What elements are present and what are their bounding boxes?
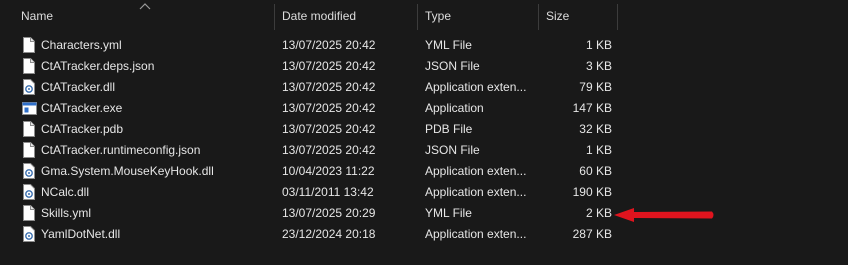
file-size: 79 KB — [579, 80, 612, 94]
file-type: Application exten... — [425, 164, 527, 178]
file-explorer-details-view: Name Date modified Type Size Characters.… — [0, 0, 848, 265]
file-size: 60 KB — [579, 164, 612, 178]
file-type: Application — [425, 101, 484, 115]
file-row[interactable]: Gma.System.MouseKeyHook.dll 10/04/2023 1… — [0, 161, 848, 182]
file-size: 1 KB — [585, 38, 612, 52]
file-size: 287 KB — [572, 227, 612, 241]
file-row[interactable]: NCalc.dll 03/11/2011 13:42 Application e… — [0, 182, 848, 203]
file-name: CtATracker.dll — [41, 80, 116, 94]
file-date-modified: 13/07/2025 20:42 — [282, 80, 376, 94]
file-name: NCalc.dll — [41, 185, 90, 199]
dll-gear-icon — [22, 184, 36, 200]
file-row[interactable]: CtATracker.deps.json 13/07/2025 20:42 JS… — [0, 56, 848, 77]
dll-gear-icon — [22, 163, 36, 179]
file-name: CtATracker.runtimeconfig.json — [41, 143, 201, 157]
file-row[interactable]: CtATracker.pdb 13/07/2025 20:42 PDB File… — [0, 119, 848, 140]
file-row[interactable]: Characters.yml 13/07/2025 20:42 YML File… — [0, 35, 848, 56]
column-header-type[interactable]: Type — [418, 0, 538, 30]
file-date-modified: 13/07/2025 20:42 — [282, 38, 376, 52]
file-name: Skills.yml — [41, 206, 91, 220]
file-name: CtATracker.deps.json — [41, 59, 155, 73]
file-type: YML File — [425, 38, 472, 52]
file-type: PDB File — [425, 122, 473, 136]
red-arrow-icon — [614, 208, 714, 222]
file-type: YML File — [425, 206, 472, 220]
file-size: 1 KB — [585, 143, 612, 157]
document-icon — [22, 205, 36, 221]
file-row[interactable]: CtATracker.runtimeconfig.json 13/07/2025… — [0, 140, 848, 161]
file-date-modified: 13/07/2025 20:42 — [282, 59, 376, 73]
file-date-modified: 13/07/2025 20:42 — [282, 143, 376, 157]
file-row[interactable]: CtATracker.exe 13/07/2025 20:42 Applicat… — [0, 98, 848, 119]
file-date-modified: 13/07/2025 20:42 — [282, 122, 376, 136]
dll-gear-icon — [22, 79, 36, 95]
document-icon — [22, 58, 36, 74]
file-list: Characters.yml 13/07/2025 20:42 YML File… — [0, 35, 848, 245]
file-date-modified: 03/11/2011 13:42 — [282, 185, 374, 199]
file-type: Application exten... — [425, 185, 527, 199]
column-divider[interactable] — [617, 4, 618, 30]
column-header-size[interactable]: Size — [539, 0, 617, 30]
file-date-modified: 10/04/2023 11:22 — [282, 164, 375, 178]
file-size: 3 KB — [585, 59, 612, 73]
file-date-modified: 23/12/2024 20:18 — [282, 227, 376, 241]
file-type: JSON File — [425, 143, 480, 157]
file-type: Application exten... — [425, 80, 527, 94]
file-row[interactable]: Skills.yml 13/07/2025 20:29 YML File 2 K… — [0, 203, 848, 224]
file-size: 190 KB — [572, 185, 612, 199]
file-name: Gma.System.MouseKeyHook.dll — [41, 164, 214, 178]
application-window-icon — [22, 102, 37, 118]
document-icon — [22, 37, 36, 53]
dll-gear-icon — [22, 226, 36, 242]
file-name: YamlDotNet.dll — [41, 227, 121, 241]
document-icon — [22, 142, 36, 158]
file-size: 147 KB — [572, 101, 612, 115]
document-icon — [22, 121, 36, 137]
file-name: CtATracker.pdb — [41, 122, 124, 136]
column-header-name[interactable]: Name — [14, 0, 274, 30]
file-name: Characters.yml — [41, 38, 122, 52]
file-type: Application exten... — [425, 227, 527, 241]
file-size: 32 KB — [579, 122, 612, 136]
file-date-modified: 13/07/2025 20:42 — [282, 101, 376, 115]
file-size: 2 KB — [585, 206, 612, 220]
column-header-bar: Name Date modified Type Size — [0, 0, 848, 30]
file-row[interactable]: YamlDotNet.dll 23/12/2024 20:18 Applicat… — [0, 224, 848, 245]
file-name: CtATracker.exe — [41, 101, 123, 115]
file-date-modified: 13/07/2025 20:29 — [282, 206, 376, 220]
file-type: JSON File — [425, 59, 480, 73]
file-row[interactable]: CtATracker.dll 13/07/2025 20:42 Applicat… — [0, 77, 848, 98]
column-header-date-modified[interactable]: Date modified — [275, 0, 417, 30]
